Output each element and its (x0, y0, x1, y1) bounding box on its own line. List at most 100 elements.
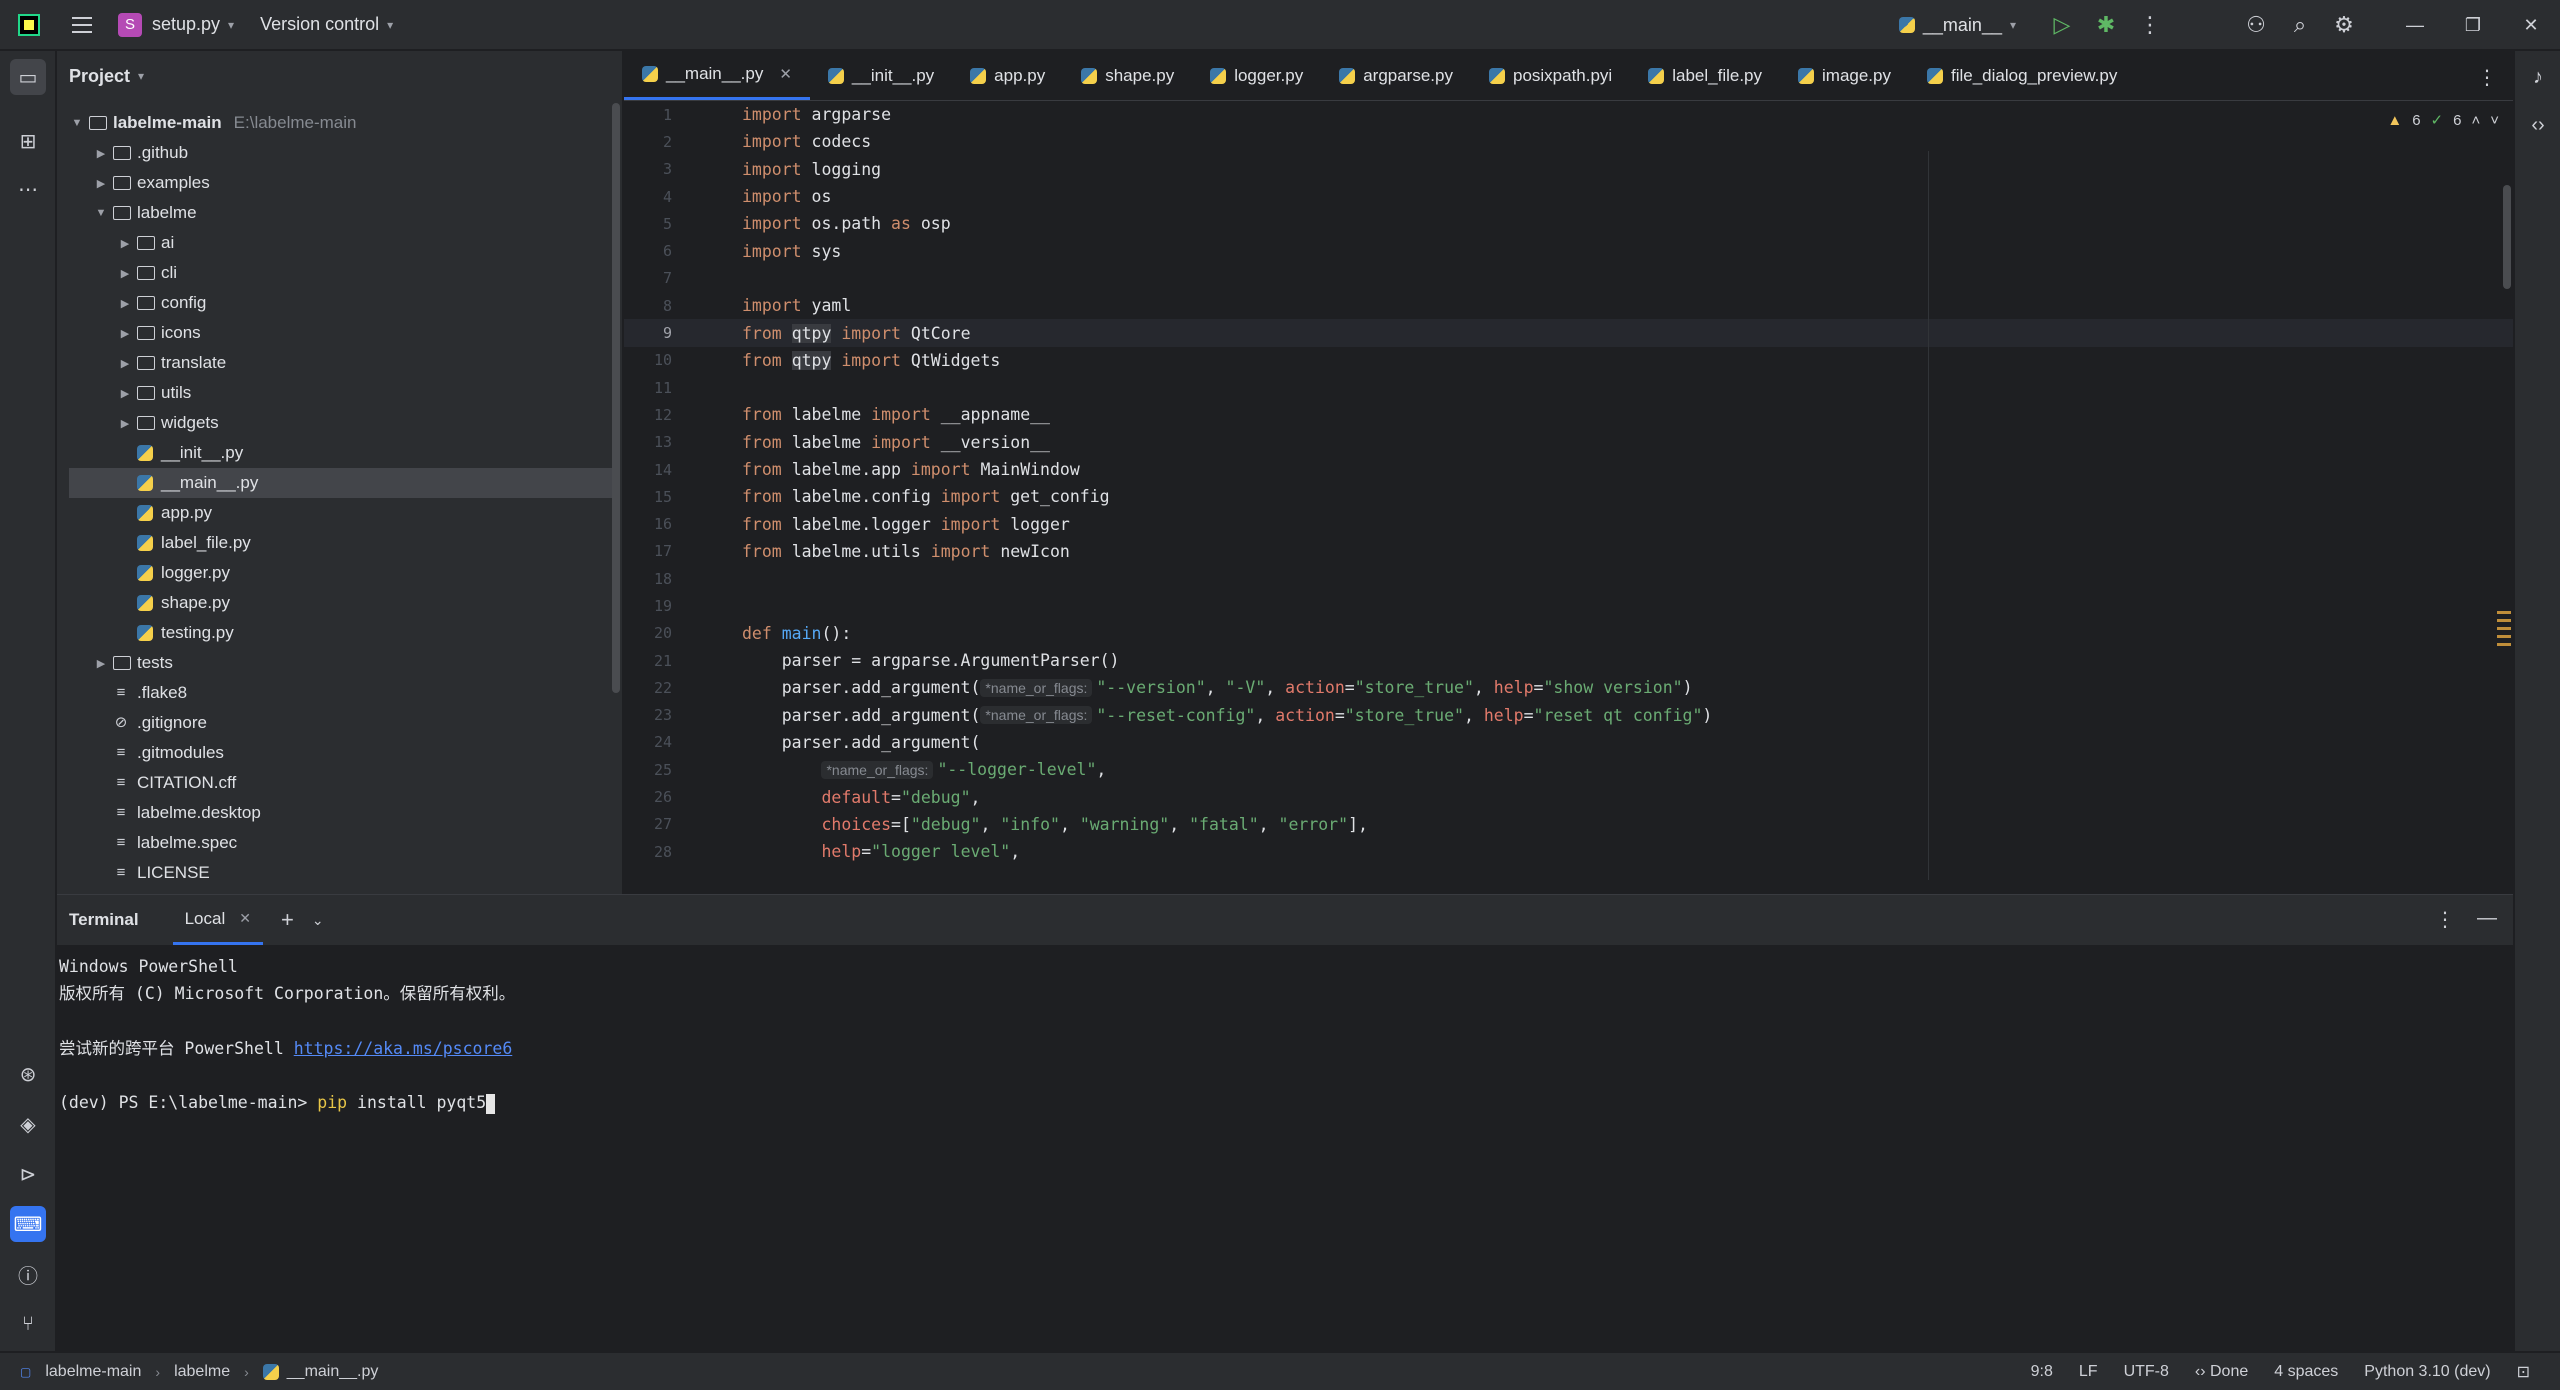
chevron-down-icon[interactable]: ⌄ (312, 912, 324, 929)
new-terminal-button[interactable]: + (281, 907, 294, 933)
code-editor[interactable]: 1 import argparse 2 import codecs 3 import lo… (624, 101, 2513, 861)
run-config-selector[interactable]: __main__ ▾ (1898, 15, 2016, 36)
python-packages-button[interactable]: ◈ (10, 1106, 46, 1142)
code-line[interactable]: 4 import os (624, 183, 2513, 210)
code-line[interactable]: 7 (624, 265, 2513, 292)
code-line[interactable]: 11 (624, 374, 2513, 401)
editor-tab[interactable]: __init__.py (810, 51, 952, 100)
tree-item[interactable]: ≡ CITATION.cff (57, 768, 612, 798)
code-status[interactable]: ‹› Done (2195, 1363, 2248, 1381)
tree-item[interactable]: ▶ cli (57, 258, 612, 288)
pscore-link[interactable]: https://aka.ms/pscore6 (294, 1039, 513, 1058)
editor-tab[interactable]: shape.py (1063, 51, 1192, 100)
breadcrumb-item[interactable]: __main__.py (287, 1363, 379, 1381)
tree-item[interactable]: ▶ utils (57, 378, 612, 408)
services-button[interactable]: ⊳ (10, 1156, 46, 1192)
tree-item[interactable]: ▶ .github (57, 138, 612, 168)
more-vertical-icon[interactable]: ⋮ (2435, 907, 2455, 932)
search-everywhere-button[interactable]: ⌕ (2278, 7, 2322, 43)
code-line[interactable]: 17 from labelme.utils import newIcon (624, 538, 2513, 565)
python-console-button[interactable]: ⊛ (10, 1056, 46, 1092)
breadcrumb-item[interactable]: labelme-main (45, 1363, 141, 1381)
terminal-tab-local[interactable]: Local ✕ (172, 895, 263, 945)
editor-tab[interactable]: logger.py (1192, 51, 1321, 100)
git-button[interactable]: ⑂ (10, 1306, 46, 1342)
editor-tab[interactable]: label_file.py (1630, 51, 1780, 100)
editor-horizontal-scrollbar[interactable] (624, 880, 2513, 894)
tree-item[interactable]: ▶ widgets (57, 408, 612, 438)
tree-item[interactable]: shape.py (57, 588, 612, 618)
tree-item[interactable]: app.py (57, 498, 612, 528)
close-icon[interactable]: ✕ (239, 910, 251, 927)
code-line[interactable]: 5 import os.path as osp (624, 210, 2513, 237)
editor-tab[interactable]: __main__.py ✕ (624, 51, 810, 100)
editor-tab[interactable]: posixpath.pyi (1471, 51, 1630, 100)
code-line[interactable]: 6 import sys (624, 237, 2513, 264)
indent-setting[interactable]: 4 spaces (2274, 1363, 2338, 1381)
code-line[interactable]: 26 default = "debug", (624, 783, 2513, 810)
code-line[interactable]: 27 choices =["debug", "info", "warning", … (624, 811, 2513, 838)
code-line[interactable]: 13 from labelme import __version__ (624, 429, 2513, 456)
project-switcher[interactable]: S setup.py ▾ (118, 12, 234, 37)
inspection-widget[interactable]: ▲ 6 ✓ 6 ˄ ˅ (2387, 111, 2499, 130)
project-tool-button[interactable]: ▭ (10, 59, 46, 95)
code-line[interactable]: 3 import logging (624, 156, 2513, 183)
code-line[interactable]: 18 (624, 565, 2513, 592)
tree-item[interactable]: ▶ icons (57, 318, 612, 348)
settings-button[interactable]: ⚙ (2322, 7, 2366, 43)
code-line[interactable]: 23 parser.add_argument(*name_or_flags: "-… (624, 702, 2513, 729)
python-interpreter[interactable]: Python 3.10 (dev) (2364, 1363, 2490, 1381)
project-scrollbar[interactable] (612, 103, 620, 693)
editor-tab[interactable]: app.py (952, 51, 1063, 100)
code-line[interactable]: 19 (624, 592, 2513, 619)
tree-item[interactable]: label_file.py (57, 528, 612, 558)
lock-icon[interactable]: ⊡ (2517, 1362, 2530, 1382)
tree-item[interactable]: ≡ .gitmodules (57, 738, 612, 768)
chevron-down-icon[interactable]: ˅ (2490, 112, 2499, 129)
code-line[interactable]: 14 from labelme.app import MainWindow (624, 456, 2513, 483)
code-line[interactable]: 2 import codecs (624, 128, 2513, 155)
tree-item[interactable]: ▼ labelme (57, 198, 612, 228)
tabs-more-button[interactable]: ⋮ (2477, 65, 2497, 90)
tree-item[interactable]: ▶ ai (57, 228, 612, 258)
tree-item[interactable]: ≡ .flake8 (57, 678, 612, 708)
code-line[interactable]: 20 def main (): (624, 620, 2513, 647)
code-line[interactable]: 15 from labelme.config import get_config (624, 483, 2513, 510)
code-line[interactable]: 25 *name_or_flags: "--logger-level", (624, 756, 2513, 783)
file-encoding[interactable]: UTF-8 (2124, 1363, 2169, 1381)
caret-position[interactable]: 9:8 (2031, 1363, 2053, 1381)
tree-item[interactable]: ▶ translate (57, 348, 612, 378)
tree-item[interactable]: ≡ LICENSE (57, 858, 612, 888)
breadcrumb-item[interactable]: labelme (174, 1363, 230, 1381)
tree-item[interactable]: ≡ labelme.desktop (57, 798, 612, 828)
code-line[interactable]: 10 from qtpy import QtWidgets (624, 347, 2513, 374)
code-line[interactable]: 9 from qtpy import QtCore (624, 319, 2513, 347)
tree-item[interactable]: ▶ examples (57, 168, 612, 198)
more-tools-button[interactable]: ⋯ (10, 171, 46, 207)
minimize-panel-icon[interactable]: — (2477, 907, 2497, 932)
terminal-tool-button[interactable]: ⌨ (10, 1206, 46, 1242)
tree-item[interactable]: ⊘ .gitignore (57, 708, 612, 738)
debug-button[interactable]: ✱ (2084, 7, 2128, 43)
code-line[interactable]: 24 parser.add_argument( (624, 729, 2513, 756)
code-line[interactable]: 8 import yaml (624, 292, 2513, 319)
editor-tab[interactable]: file_dialog_preview.py (1909, 51, 2135, 100)
ai-assistant-button[interactable]: ‹› (2520, 107, 2556, 143)
editor-tab[interactable]: image.py (1780, 51, 1909, 100)
notifications-button[interactable]: ♪ (2520, 59, 2556, 95)
tree-item[interactable]: __main__.py (69, 468, 612, 498)
code-line[interactable]: 22 parser.add_argument(*name_or_flags: "-… (624, 674, 2513, 701)
run-button[interactable]: ▷ (2040, 7, 2084, 43)
more-actions-button[interactable]: ⋮ (2128, 7, 2172, 43)
line-separator[interactable]: LF (2079, 1363, 2098, 1381)
tree-item[interactable]: ▶ config (57, 288, 612, 318)
main-menu-button[interactable] (68, 14, 96, 36)
problems-button[interactable]: ⓘ (10, 1256, 46, 1292)
terminal-output[interactable]: Windows PowerShell 版权所有 (C) Microsoft Co… (57, 945, 2513, 1117)
terminal-prompt-line[interactable]: (dev) PS E:\labelme-main> pip install py… (59, 1089, 2513, 1116)
close-window-button[interactable]: ✕ (2502, 0, 2560, 50)
tree-root[interactable]: ▼ labelme-main E:\labelme-main (57, 108, 612, 138)
code-line[interactable]: 12 from labelme import __appname__ (624, 401, 2513, 428)
code-line[interactable]: 1 import argparse (624, 101, 2513, 128)
code-line[interactable]: 16 from labelme.logger import logger (624, 510, 2513, 537)
